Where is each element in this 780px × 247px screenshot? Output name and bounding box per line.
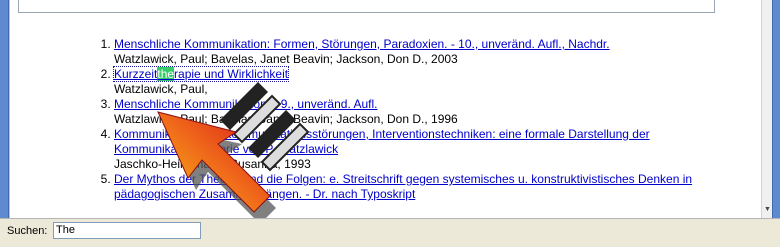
result-title-link[interactable]: Kommunikation und Kommunikationsstörunge… xyxy=(114,127,650,156)
result-authors: Watzlawick, Paul; Bavelas, Janet Beavin;… xyxy=(114,52,458,66)
top-panel xyxy=(18,0,715,13)
find-bar: Suchen: The xyxy=(0,218,780,247)
search-input[interactable]: The xyxy=(53,222,201,239)
scroll-down-icon[interactable]: ▼ xyxy=(763,205,772,215)
result-authors: Watzlawick, Paul; Bavelas, Janet Beavin;… xyxy=(114,112,458,126)
result-authors: Watzlawick, Paul, xyxy=(114,82,208,96)
result-title-link[interactable]: Kurzzeittherapie und Wirklichkeit xyxy=(112,66,290,82)
search-match-highlight: the xyxy=(157,67,175,81)
window-right-border xyxy=(772,0,780,220)
title-part: Kurzzeit xyxy=(114,67,158,81)
find-label: Suchen: xyxy=(7,225,48,237)
result-title-link[interactable]: Menschliche Kommunikation. - 9., unverän… xyxy=(114,97,377,111)
result-title-link[interactable]: Menschliche Kommunikation: Formen, Störu… xyxy=(114,37,610,51)
list-item: Menschliche Kommunikation. - 9., unverän… xyxy=(114,97,754,127)
results-list: Menschliche Kommunikation: Formen, Störu… xyxy=(76,37,754,202)
window-left-border xyxy=(0,0,9,220)
list-item: Kommunikation und Kommunikationsstörunge… xyxy=(114,127,754,172)
browser-window: Menschliche Kommunikation: Formen, Störu… xyxy=(0,0,780,247)
result-title-link[interactable]: Der Mythos der Theorie und die Folgen: e… xyxy=(114,172,692,201)
title-part: rapie und Wirklichkeit xyxy=(174,67,289,81)
list-item: Der Mythos der Theorie und die Folgen: e… xyxy=(114,172,754,202)
result-authors: Jaschko-Heinemann, Susanna, 1993 xyxy=(114,157,311,171)
page-content: Menschliche Kommunikation: Formen, Störu… xyxy=(9,0,762,218)
list-item: Kurzzeittherapie und Wirklichkeit Watzla… xyxy=(112,66,754,97)
list-item: Menschliche Kommunikation: Formen, Störu… xyxy=(114,37,754,67)
